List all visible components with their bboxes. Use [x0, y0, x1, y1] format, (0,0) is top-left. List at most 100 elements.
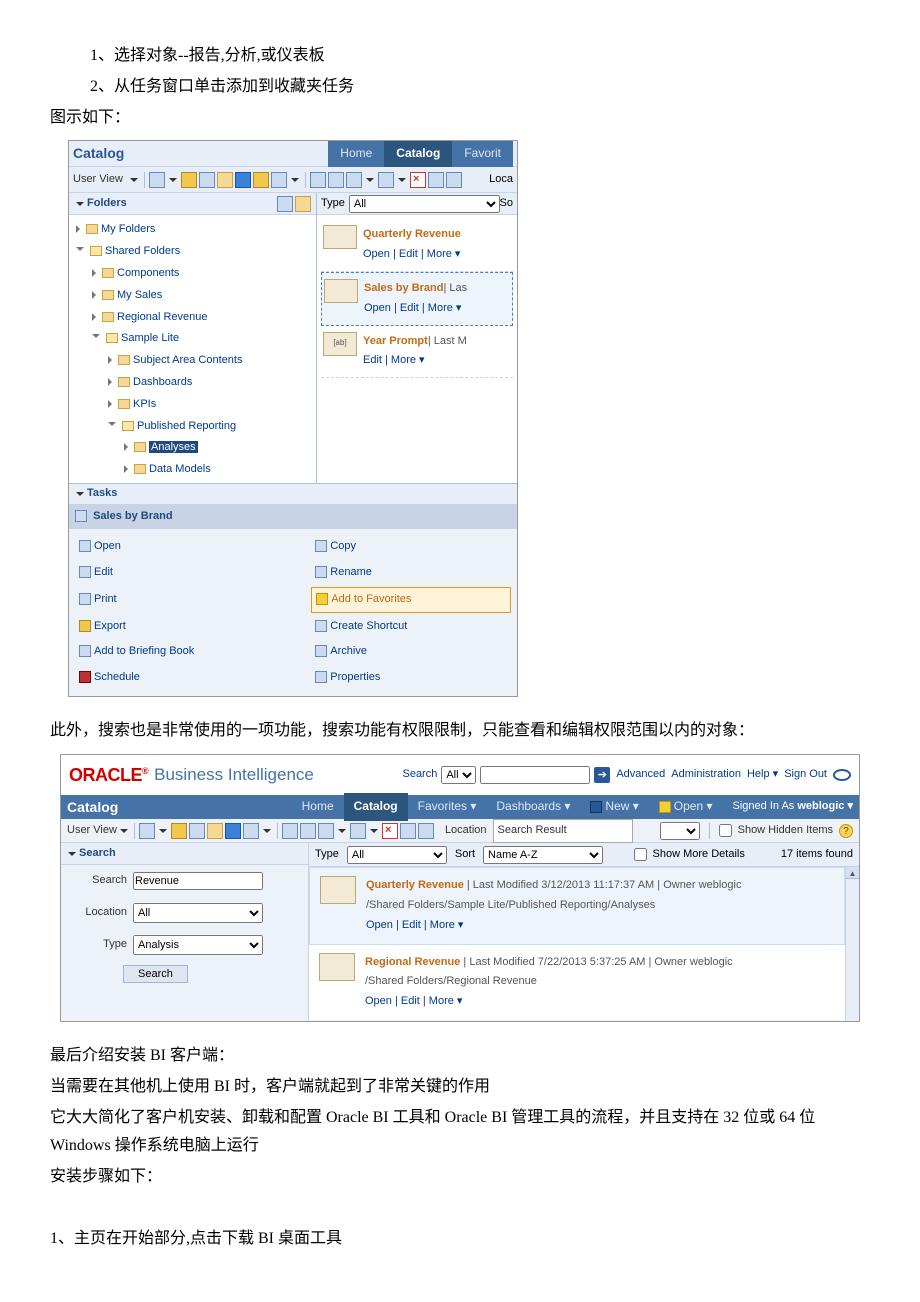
- item-actions[interactable]: Open | Edit | More ▾: [364, 299, 510, 319]
- edit-icon[interactable]: [300, 823, 316, 839]
- result-title[interactable]: Quarterly Revenue: [366, 879, 464, 891]
- grid-view-icon[interactable]: [243, 823, 259, 839]
- user-view-label[interactable]: User View: [67, 821, 117, 841]
- location-field[interactable]: Search Result: [493, 819, 633, 843]
- refresh-icon[interactable]: [181, 172, 197, 188]
- results-sort-select[interactable]: Name A-Z: [483, 846, 603, 864]
- tree-components[interactable]: Components: [117, 267, 179, 279]
- chevron-down-icon[interactable]: [263, 829, 271, 833]
- nav-new[interactable]: New ▾: [580, 793, 648, 821]
- result-actions[interactable]: Open | Edit | More ▾: [365, 992, 733, 1012]
- nav-catalog[interactable]: Catalog: [344, 793, 408, 821]
- delete-icon[interactable]: [382, 823, 398, 839]
- collapse-icon[interactable]: [68, 852, 76, 856]
- type-select[interactable]: Analysis: [133, 935, 263, 955]
- help-menu[interactable]: Help ▾: [747, 765, 778, 785]
- task-properties[interactable]: Properties: [311, 666, 511, 690]
- item-title[interactable]: Sales by Brand: [364, 282, 443, 294]
- task-print[interactable]: Print: [75, 587, 309, 613]
- task-schedule[interactable]: Schedule: [75, 666, 309, 690]
- scroll-up-icon[interactable]: ▲: [846, 867, 859, 879]
- copy2-icon[interactable]: [400, 823, 416, 839]
- result-row[interactable]: Regional Revenue | Last Modified 7/22/20…: [309, 945, 845, 1021]
- results-type-select[interactable]: All: [347, 846, 447, 864]
- chevron-down-icon[interactable]: [338, 829, 346, 833]
- administration-link[interactable]: Administration: [671, 765, 741, 785]
- preview-icon[interactable]: [310, 172, 326, 188]
- folder-icon[interactable]: [207, 823, 223, 839]
- folder-icon[interactable]: [217, 172, 233, 188]
- tree-sample-lite[interactable]: Sample Lite: [121, 332, 179, 344]
- task-archive[interactable]: Archive: [311, 640, 511, 664]
- chevron-down-icon[interactable]: [291, 178, 299, 182]
- export-icon[interactable]: [378, 172, 394, 188]
- search-go-button[interactable]: ➔: [594, 767, 610, 783]
- copy2-icon[interactable]: [428, 172, 444, 188]
- search-input[interactable]: [480, 766, 590, 784]
- result-actions[interactable]: Open | Edit | More ▾: [366, 916, 741, 936]
- print-icon[interactable]: [346, 172, 362, 188]
- grid-view-icon[interactable]: [271, 172, 287, 188]
- refresh-icon[interactable]: [171, 823, 187, 839]
- edit-icon[interactable]: [328, 172, 344, 188]
- upload-icon[interactable]: [235, 172, 251, 188]
- task-rename[interactable]: Rename: [311, 561, 511, 585]
- task-briefing[interactable]: Add to Briefing Book: [75, 640, 309, 664]
- task-shortcut[interactable]: Create Shortcut: [311, 615, 511, 639]
- type-select[interactable]: All: [349, 195, 500, 213]
- chevron-down-icon[interactable]: [130, 178, 138, 182]
- task-open[interactable]: Open: [75, 535, 309, 559]
- user-view-label[interactable]: User View: [73, 170, 127, 190]
- location-select[interactable]: All: [133, 903, 263, 923]
- task-add-favorites[interactable]: Add to Favorites: [311, 587, 511, 613]
- list-item-selected[interactable]: Sales by Brand| Las Open | Edit | More ▾: [321, 272, 513, 326]
- tree-data-models[interactable]: Data Models: [149, 463, 211, 475]
- chevron-down-icon[interactable]: [398, 178, 406, 182]
- chevron-down-icon[interactable]: [159, 829, 167, 833]
- nav-open[interactable]: Open ▾: [649, 793, 723, 821]
- export-icon[interactable]: [350, 823, 366, 839]
- nav-favorites[interactable]: Favorites ▾: [408, 793, 487, 821]
- upload-icon[interactable]: [225, 823, 241, 839]
- tree-shared[interactable]: Shared Folders: [105, 245, 180, 257]
- task-copy[interactable]: Copy: [311, 535, 511, 559]
- list-item[interactable]: [ab] Year Prompt| Last M Edit | More ▾: [321, 326, 513, 379]
- search-text-input[interactable]: [133, 872, 263, 890]
- result-row[interactable]: Quarterly Revenue | Last Modified 3/12/2…: [309, 867, 845, 944]
- new-folder-icon[interactable]: [149, 172, 165, 188]
- search-button[interactable]: Search: [123, 965, 188, 983]
- item-title[interactable]: Year Prompt: [363, 335, 428, 347]
- chevron-down-icon[interactable]: [120, 829, 128, 833]
- copy-icon[interactable]: [189, 823, 205, 839]
- nav-dashboards[interactable]: Dashboards ▾: [486, 793, 580, 821]
- item-actions[interactable]: Edit | More ▾: [363, 351, 511, 371]
- delete-icon[interactable]: [410, 172, 426, 188]
- paste-icon[interactable]: [446, 172, 462, 188]
- signed-in-user[interactable]: weblogic ▾: [797, 800, 853, 812]
- nav-home[interactable]: Home: [292, 793, 344, 821]
- signout-link[interactable]: Sign Out: [784, 765, 827, 785]
- view-select[interactable]: [660, 822, 700, 840]
- chevron-down-icon[interactable]: [169, 178, 177, 182]
- show-hidden-checkbox[interactable]: [719, 824, 732, 837]
- help-icon[interactable]: ?: [839, 824, 853, 838]
- folder-tree[interactable]: My Folders Shared Folders Components My …: [69, 215, 316, 483]
- chevron-down-icon[interactable]: [366, 178, 374, 182]
- preview-icon[interactable]: [282, 823, 298, 839]
- tree-analyses[interactable]: Analyses: [149, 441, 198, 453]
- search-scope-select[interactable]: All: [441, 766, 476, 784]
- copy-icon[interactable]: [199, 172, 215, 188]
- tree-regional-rev[interactable]: Regional Revenue: [117, 311, 208, 323]
- tree-kpis[interactable]: KPIs: [133, 398, 156, 410]
- collapse-icon[interactable]: [76, 492, 84, 496]
- list-item[interactable]: Quarterly Revenue Open | Edit | More ▾: [321, 219, 513, 272]
- paste-icon[interactable]: [418, 823, 434, 839]
- chevron-down-icon[interactable]: [370, 829, 378, 833]
- catalog-icon[interactable]: [253, 172, 269, 188]
- more-details-checkbox[interactable]: [634, 848, 647, 861]
- item-actions[interactable]: Open | Edit | More ▾: [363, 245, 511, 265]
- tree-subject-area[interactable]: Subject Area Contents: [133, 354, 242, 366]
- task-export[interactable]: Export: [75, 615, 309, 639]
- result-title[interactable]: Regional Revenue: [365, 956, 460, 968]
- advanced-link[interactable]: Advanced: [616, 765, 665, 785]
